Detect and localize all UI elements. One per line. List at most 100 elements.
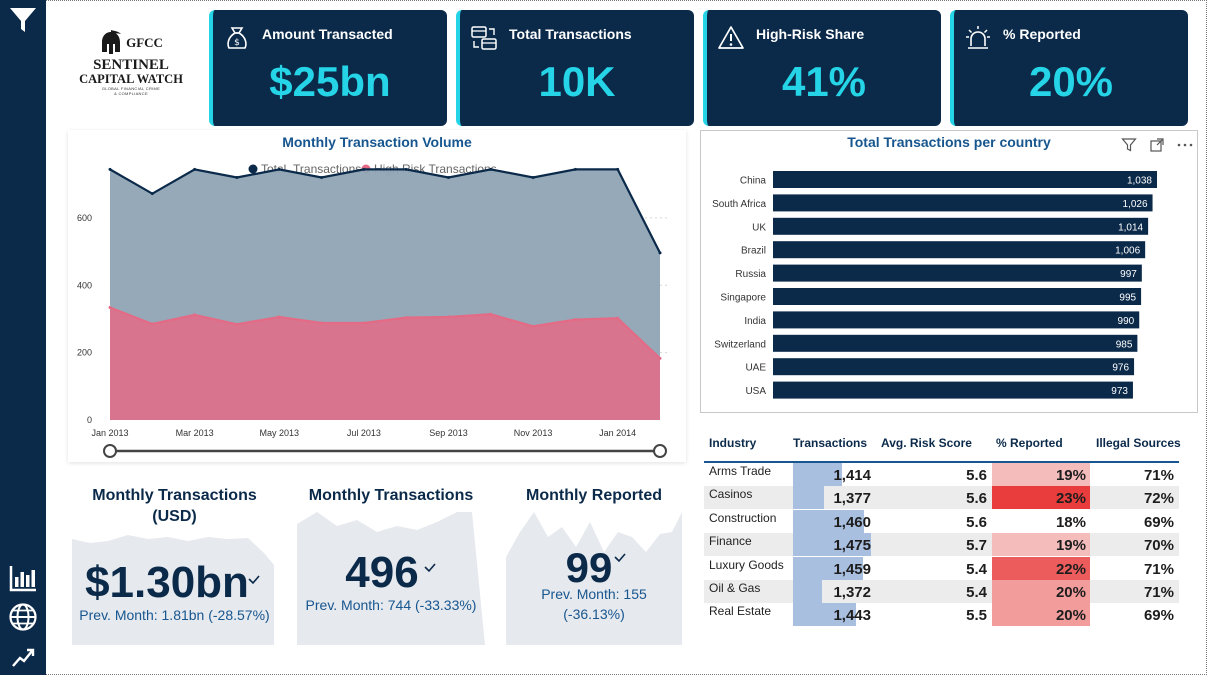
illegal-sources-cell: 70% <box>1143 537 1174 555</box>
column-header[interactable]: Transactions <box>793 436 867 450</box>
data-label: 1,006 <box>1115 246 1140 257</box>
bar[interactable] <box>773 358 1135 376</box>
card-subtext: Prev. Month: 155 <box>541 586 647 602</box>
bar[interactable] <box>773 334 1138 352</box>
industry-cell: Luxury Goods <box>709 557 784 572</box>
illegal-sources-cell: 71% <box>1143 467 1174 484</box>
legend-marker <box>248 164 258 174</box>
bar[interactable] <box>773 241 1146 259</box>
table-row[interactable]: Arms Trade 1,414 5.6 19% 71% <box>704 463 1179 486</box>
card-title: Monthly Transactions <box>92 487 257 504</box>
data-point[interactable] <box>108 167 112 171</box>
risk-score-cell: 5.6 <box>966 490 987 508</box>
globe-icon[interactable] <box>7 601 39 633</box>
card-value: 496 <box>345 548 419 597</box>
data-point[interactable] <box>446 175 450 179</box>
kpi-card-amount-transacted[interactable]: $ Amount Transacted $25bn <box>209 10 447 126</box>
reported-cell: 20% <box>1055 607 1086 625</box>
bar[interactable] <box>773 311 1140 329</box>
kpi-value: 41% <box>781 58 867 105</box>
industry-cell: Real Estate <box>709 604 772 619</box>
data-point[interactable] <box>193 167 197 171</box>
data-point[interactable] <box>362 167 366 171</box>
data-label: 990 <box>1118 316 1135 327</box>
filter-icon[interactable] <box>1121 137 1137 153</box>
data-point[interactable] <box>489 167 493 171</box>
focus-mode-icon[interactable] <box>1149 137 1165 153</box>
table-row[interactable]: Real Estate 1,443 5.5 20% 69% <box>704 603 1179 627</box>
data-point[interactable] <box>404 316 408 320</box>
data-point[interactable] <box>446 315 450 319</box>
y-tick-label: 600 <box>77 213 92 223</box>
column-header[interactable]: Avg. Risk Score <box>881 436 972 450</box>
card-value: $1.30bn <box>85 558 249 607</box>
reported-cell: 18% <box>1055 513 1086 531</box>
column-header[interactable]: % Reported <box>996 436 1063 450</box>
data-point[interactable] <box>193 313 197 317</box>
bar[interactable] <box>773 288 1142 305</box>
category-label: UAE <box>745 363 766 374</box>
bar[interactable] <box>773 381 1133 399</box>
data-point[interactable] <box>320 321 324 325</box>
data-point[interactable] <box>573 318 577 322</box>
bar[interactable] <box>773 171 1157 188</box>
bar-chart-icon[interactable] <box>7 562 39 594</box>
column-header[interactable]: Illegal Sources <box>1096 436 1181 450</box>
spartan-helmet-icon <box>102 30 122 54</box>
data-point[interactable] <box>404 167 408 171</box>
table-row[interactable]: Casinos 1,377 5.6 23% 72% <box>704 486 1179 510</box>
area-chart[interactable]: Total_Transactions High Risk Transactions… <box>68 152 686 462</box>
data-point[interactable] <box>658 356 662 360</box>
data-point[interactable] <box>277 167 281 171</box>
data-point[interactable] <box>235 175 239 179</box>
industry-cell: Arms Trade <box>709 464 772 478</box>
data-point[interactable] <box>150 192 154 196</box>
data-point[interactable] <box>616 316 620 320</box>
kpi-value: 20% <box>1028 58 1114 105</box>
data-point[interactable] <box>235 322 239 326</box>
data-point[interactable] <box>489 312 493 316</box>
industry-cell: Finance <box>709 534 752 549</box>
data-label: 976 <box>1112 363 1129 374</box>
more-options-icon[interactable] <box>1176 137 1194 153</box>
filter-icon[interactable] <box>7 4 39 36</box>
bar[interactable] <box>773 217 1149 235</box>
x-tick-label: Jul 2013 <box>347 428 381 438</box>
transactions-cell: 1,475 <box>833 537 871 555</box>
transfer-icon <box>471 26 497 50</box>
kpi-value: $25bn <box>269 58 391 105</box>
data-point[interactable] <box>320 175 324 179</box>
date-range-slider-end-handle[interactable] <box>653 444 667 458</box>
data-point[interactable] <box>277 315 281 319</box>
column-header[interactable]: Industry <box>709 436 756 450</box>
transactions-cell: 1,460 <box>833 513 871 531</box>
bar-chart[interactable]: China 1,038 South Africa 1,026 UK 1,014 Brazil… <box>700 160 1198 410</box>
bar[interactable] <box>773 264 1142 282</box>
data-point[interactable] <box>573 167 577 171</box>
series-area[interactable] <box>110 307 660 420</box>
kpi-card-total-transactions[interactable]: Total Transactions 10K <box>456 10 694 126</box>
table-row[interactable]: Oil & Gas 1,372 5.4 20% 71% <box>704 580 1179 603</box>
bar[interactable] <box>773 194 1153 212</box>
category-label: USA <box>745 386 766 397</box>
data-point[interactable] <box>150 322 154 326</box>
data-point[interactable] <box>616 167 620 171</box>
kpi-card-percent-reported[interactable]: % Reported 20% <box>950 10 1188 126</box>
table-row[interactable]: Finance 1,475 5.7 19% 70% <box>704 533 1179 557</box>
transactions-cell: 1,377 <box>833 490 871 508</box>
kpi-card-high-risk-share[interactable]: High-Risk Share 41% <box>703 10 941 126</box>
table-row[interactable]: Construction 1,460 5.6 18% 69% <box>704 509 1179 533</box>
kpi-label: Total Transactions <box>509 26 632 42</box>
y-tick-label: 400 <box>77 280 92 290</box>
brand-tagline-line2: & COMPLIANCE <box>114 91 148 96</box>
table-row[interactable]: Luxury Goods 1,459 5.4 22% 71% <box>704 556 1179 580</box>
data-point[interactable] <box>531 175 535 179</box>
trend-line-icon[interactable] <box>7 640 39 672</box>
date-range-slider-start-handle[interactable] <box>103 444 117 458</box>
y-tick-label: 0 <box>87 415 92 425</box>
chart-title: Monthly Transaction Volume <box>282 134 472 150</box>
data-point[interactable] <box>531 324 535 328</box>
data-point[interactable] <box>108 305 112 309</box>
data-point[interactable] <box>362 321 366 325</box>
data-point[interactable] <box>658 251 662 255</box>
